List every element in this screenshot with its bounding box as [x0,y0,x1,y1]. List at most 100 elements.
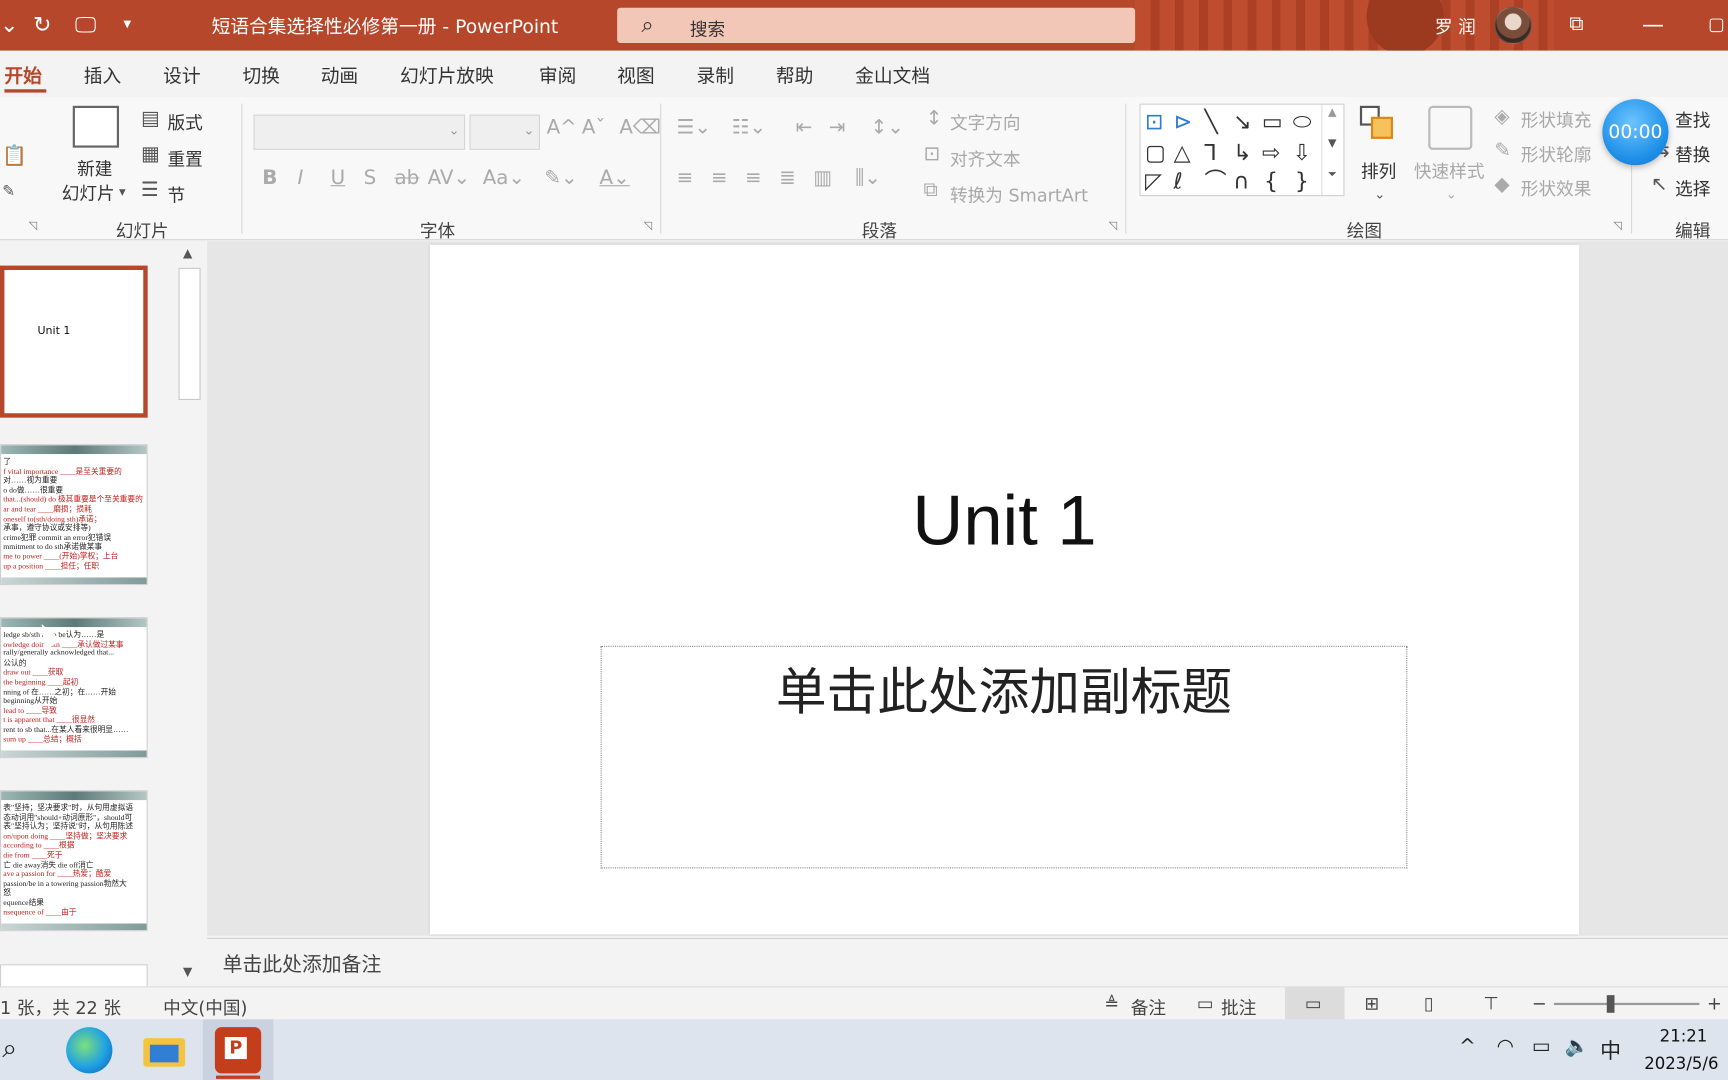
scribble-shape-icon[interactable]: ℓ [1174,169,1183,193]
tab-animations[interactable]: 动画 [321,61,358,88]
text-box-shape-icon[interactable]: ⊡ [1145,109,1163,133]
rectangle-shape-icon[interactable]: ▭ [1262,109,1283,133]
align-right-icon[interactable]: ≡ [745,167,762,190]
align-text-icon[interactable]: ⊡ [924,143,941,165]
decrease-indent-icon[interactable]: ⇤ [796,116,813,139]
font-name-combo[interactable]: ⌄ [253,114,466,150]
arrange-button[interactable]: 排列 [1361,156,1396,182]
find-button[interactable]: 查找 [1675,106,1710,132]
right-brace-shape-icon[interactable]: } [1295,169,1309,193]
zoom-in-icon[interactable]: + [1707,993,1722,1014]
clear-formatting-icon[interactable]: A⌫ [619,116,661,139]
notes-placeholder[interactable]: 单击此处添加备注 [223,949,382,978]
comments-button[interactable]: 批注 [1221,993,1256,1019]
slide-subtitle[interactable]: 单击此处添加副标题 [601,652,1408,725]
highlight-icon[interactable]: ✎⌄ [544,167,577,190]
battery-icon[interactable]: ▭ [1532,1035,1551,1058]
tab-design[interactable]: 设计 [163,61,200,88]
edge-browser-icon[interactable] [66,1027,113,1074]
text-direction-button[interactable]: 文字方向 [950,108,1021,134]
align-center-icon[interactable]: ≡ [711,167,728,190]
clock-date[interactable]: 2023/5/6 [1644,1054,1718,1074]
notes-pane[interactable]: 单击此处添加备注 [207,937,1728,987]
shape-fill-icon[interactable]: ◈ [1494,105,1509,128]
redo-icon[interactable]: ↻ [33,11,51,37]
shape-effects-button[interactable]: 形状效果 [1521,174,1592,200]
shape-effects-icon[interactable]: ◆ [1494,174,1509,196]
font-size-combo[interactable]: ⌄ [469,114,540,150]
italic-icon[interactable]: I [298,167,304,190]
underline-icon[interactable]: U [331,167,346,190]
minimize-icon[interactable]: — [1642,11,1664,37]
chevron-down-icon[interactable]: ⌄ [1374,183,1385,205]
shape-outline-icon[interactable]: ✎ [1494,139,1511,162]
shapes-gallery-scroller[interactable]: ▲ ▼ ⏷ [1321,104,1343,196]
tab-home[interactable]: 开始 [4,61,41,88]
zoom-slider[interactable] [1553,1002,1700,1006]
convert-smartart-button[interactable]: 转换为 SmartArt [950,181,1088,207]
shapes-gallery[interactable]: ⊡ ⊳ ╲ ↘ ▭ ⬭ ▢ △ ⅂ ↳ ⇨ ⇩ ◸ ℓ ⌒ ∩ { } ▲ ▼ … [1139,103,1345,197]
scrollbar-thumb[interactable] [178,267,201,401]
numbering-icon[interactable]: ☷⌄ [732,116,766,139]
scroll-up-icon[interactable]: ▲ [183,246,192,260]
bullets-icon[interactable]: ☰⌄ [677,116,711,139]
zoom-slider-handle[interactable] [1606,995,1615,1013]
notes-toggle-button[interactable]: 备注 [1131,993,1166,1019]
normal-view-icon[interactable]: ▭ [1305,993,1322,1014]
slide-thumbnail[interactable]: Unit 1 [0,265,148,418]
dialog-launcher-icon[interactable]: ◹ [1613,220,1621,232]
shape-outline-button[interactable]: 形状轮廓 [1521,140,1592,166]
volume-icon[interactable]: 🔈 [1565,1035,1590,1058]
maximize-icon[interactable]: ▢ [1708,11,1725,37]
search-icon[interactable]: ⌕ [2,1033,17,1064]
tab-view[interactable]: 视图 [617,61,654,88]
chevron-down-icon[interactable]: ⌄ [1446,183,1457,205]
file-explorer-icon[interactable] [141,1027,187,1073]
decrease-font-icon[interactable]: Aˇ [582,116,606,139]
dialog-launcher-icon[interactable]: ◹ [29,220,37,232]
down-arrow-shape-icon[interactable]: ⇩ [1293,140,1311,164]
vertical-text-box-shape-icon[interactable]: ⊳ [1174,109,1192,133]
elbow-arrow-shape-icon[interactable]: ↳ [1233,140,1251,164]
chevron-down-icon[interactable]: ▾ [119,181,126,203]
font-color-icon[interactable]: A⌄ [600,167,630,190]
quick-styles-button[interactable]: 快速样式 [1414,156,1485,182]
present-from-start-icon[interactable]: 🖵 [75,11,96,37]
columns-icon[interactable]: ⫼⌄ [855,167,881,190]
recording-timer[interactable]: 00:00 [1602,99,1669,166]
paste-icon[interactable]: 📋 [2,145,27,167]
avatar[interactable] [1494,6,1532,45]
tab-record[interactable]: 录制 [696,61,733,88]
customize-toolbar-icon[interactable]: ▾ [123,11,131,37]
tab-insert[interactable]: 插入 [84,61,121,88]
dialog-launcher-icon[interactable]: ◹ [1109,220,1117,232]
left-brace-shape-icon[interactable]: { [1264,169,1278,193]
new-slide-label[interactable]: 新建 [77,154,112,180]
reset-button[interactable]: 重置 [168,144,203,170]
arrange-icon[interactable] [1358,105,1402,150]
new-slide-label-2[interactable]: 幻灯片 [62,179,115,205]
chevron-down-icon[interactable]: ⌄ [0,11,18,37]
thumbnail-scrollbar[interactable]: ▲ ▼ [176,241,203,987]
tab-review[interactable]: 审阅 [539,61,576,88]
dialog-launcher-icon[interactable]: ◹ [644,220,652,232]
align-left-icon[interactable]: ≡ [677,167,694,190]
rounded-rectangle-shape-icon[interactable]: ▢ [1145,140,1166,164]
elbow-connector-shape-icon[interactable]: ⅂ [1205,140,1217,164]
tab-slide-show[interactable]: 幻灯片放映 [400,61,494,88]
format-painter-icon[interactable]: ✎ [2,181,15,203]
layout-button[interactable]: 版式 [168,108,203,134]
arrow-line-shape-icon[interactable]: ↘ [1233,109,1251,133]
right-arrow-shape-icon[interactable]: ⇨ [1262,140,1280,164]
comment-icon[interactable]: ▭ [1197,993,1214,1014]
slide-sorter-icon[interactable]: ⊞ [1364,993,1379,1014]
quick-styles-icon[interactable] [1428,105,1473,150]
select-button[interactable]: 选择 [1675,174,1710,200]
tab-transitions[interactable]: 切换 [242,61,279,88]
slide-thumbnail[interactable]: ledge sb/sth as/to be认为……是 owledge doing … [0,617,148,759]
section-icon[interactable]: ☰ [141,179,159,202]
distributed-icon[interactable]: ▥ [813,167,832,190]
layout-icon[interactable]: ▤ [141,107,160,130]
clock-time[interactable]: 21:21 [1660,1026,1708,1046]
ime-indicator[interactable]: 中 [1600,1035,1621,1065]
